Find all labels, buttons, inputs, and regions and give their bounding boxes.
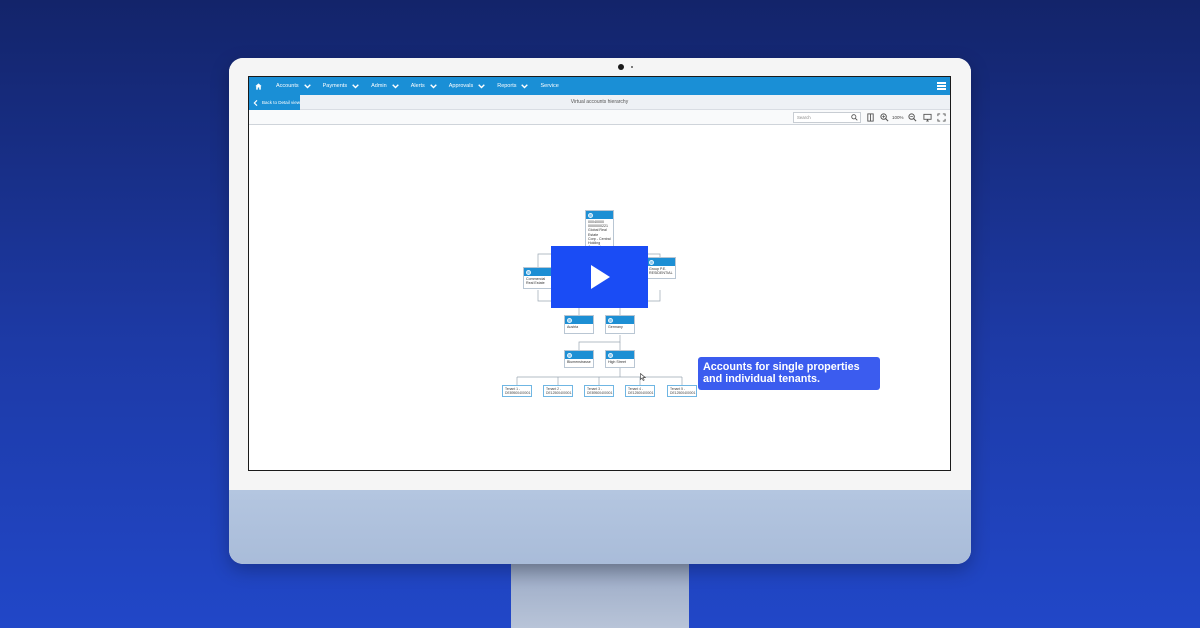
nav-alerts[interactable]: Alerts <box>411 83 437 89</box>
nav-label: Approvals <box>448 83 474 89</box>
search-icon <box>851 114 858 121</box>
nav-approvals[interactable]: Approvals <box>448 83 486 89</box>
chevron-down-icon <box>352 83 359 89</box>
chevron-left-icon <box>253 99 258 106</box>
subheader: Virtual accounts hierarchy Back to Detai… <box>249 95 950 110</box>
account-icon <box>567 352 572 358</box>
search-placeholder: Search <box>797 115 811 120</box>
account-icon <box>526 269 531 275</box>
play-button[interactable] <box>551 246 648 308</box>
tenant-node[interactable]: Tenant 4 - DE12500400001 <box>625 385 655 397</box>
chevron-down-icon <box>303 83 311 89</box>
search-input[interactable]: Search <box>793 112 861 123</box>
chevron-down-icon <box>429 83 437 89</box>
top-navigation: Accounts Payments Admin Alerts Approvals… <box>249 77 950 95</box>
account-icon <box>608 317 613 323</box>
nav-label: Accounts <box>276 83 299 89</box>
hierarchy-canvas: 00040000 0000000221 Global Real Estate C… <box>249 125 950 470</box>
feature-callout: Accounts for single properties and indiv… <box>698 357 880 390</box>
property-node[interactable]: High Street <box>605 350 635 368</box>
nav-reports[interactable]: Reports <box>497 83 529 89</box>
nav-label: Admin <box>371 83 387 89</box>
account-icon <box>649 259 654 265</box>
fullscreen-icon[interactable] <box>937 113 946 122</box>
node-label: Blumenstrasse <box>567 360 591 364</box>
chevron-down-icon <box>521 83 529 89</box>
country-node[interactable]: Austria <box>564 315 594 334</box>
page-title: Virtual accounts hierarchy <box>570 99 629 105</box>
account-icon <box>567 317 572 323</box>
play-icon <box>590 265 610 289</box>
camera-sensor <box>631 66 633 68</box>
cursor-icon <box>640 373 646 381</box>
monitor-chin <box>229 490 971 564</box>
country-node[interactable]: Germany <box>605 315 635 334</box>
nav-payments[interactable]: Payments <box>323 83 359 89</box>
node-header <box>565 351 593 359</box>
commercial-node[interactable]: Commercial Real Estate <box>523 267 553 289</box>
property-node[interactable]: Blumenstrasse <box>564 350 594 368</box>
tenant-node[interactable]: Tenant 3 - DE89500400001 <box>584 385 614 397</box>
screen: Accounts Payments Admin Alerts Approvals… <box>248 76 951 471</box>
back-button-label: Back to Detail view <box>261 100 300 105</box>
node-header <box>606 351 634 359</box>
nav-service[interactable]: Service <box>540 83 558 89</box>
nav-accounts[interactable]: Accounts <box>276 83 311 89</box>
zoom-level: 100% <box>892 115 904 120</box>
account-icon <box>608 352 613 358</box>
tenant-node[interactable]: Tenant 5 - DE12500400001 <box>667 385 697 397</box>
node-header <box>606 316 634 324</box>
node-label: Austria <box>567 325 579 329</box>
nav-label: Alerts <box>410 83 425 89</box>
node-label: Group P.E. RESIDENTIAL <box>649 267 673 276</box>
node-header <box>524 268 552 276</box>
chevron-down-icon <box>391 83 399 89</box>
toolbar: Search 100% <box>249 110 950 125</box>
node-header <box>647 258 675 266</box>
camera-icon <box>618 64 624 70</box>
node-label: Germany <box>608 325 623 329</box>
nav-label: Service <box>540 83 559 89</box>
residential-node[interactable]: Group P.E. RESIDENTIAL <box>646 257 676 279</box>
monitor-stand <box>511 560 689 628</box>
monitor: Accounts Payments Admin Alerts Approvals… <box>229 58 971 564</box>
chevron-down-icon <box>478 83 486 89</box>
root-account-node[interactable]: 00040000 0000000221 Global Real Estate C… <box>585 210 614 250</box>
nav-label: Payments <box>322 83 348 89</box>
tenant-node[interactable]: Tenant 2 - DE12500400001 <box>543 385 573 397</box>
node-label: Commercial Real Estate <box>526 277 546 286</box>
zoom-out-icon[interactable] <box>908 113 917 122</box>
nav-label: Reports <box>497 83 517 89</box>
menu-icon[interactable] <box>937 82 946 90</box>
account-icon <box>588 212 593 218</box>
home-icon[interactable] <box>252 77 264 95</box>
node-header <box>586 211 613 219</box>
tenant-node[interactable]: Tenant 1 - DE89500400001 <box>502 385 532 397</box>
zoom-in-icon[interactable] <box>880 113 889 122</box>
layout-icon[interactable] <box>866 113 875 122</box>
nav-admin[interactable]: Admin <box>371 83 399 89</box>
node-header <box>565 316 593 324</box>
node-label: High Street <box>608 360 626 364</box>
monitor-view-icon[interactable] <box>923 113 932 122</box>
back-to-detail-button[interactable]: Back to Detail view <box>249 95 300 110</box>
